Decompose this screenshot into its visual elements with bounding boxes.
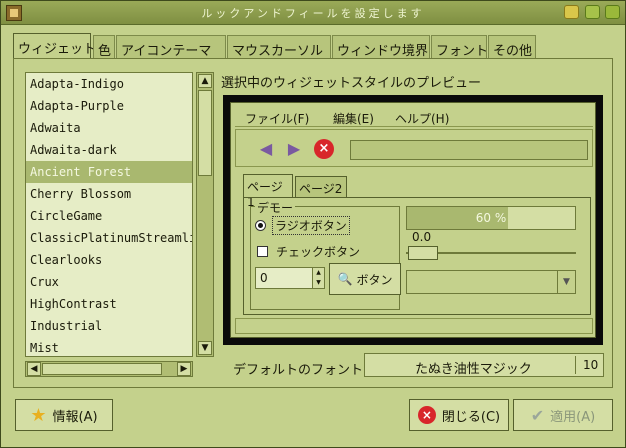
theme-list-item[interactable]: Adwaita — [26, 117, 192, 139]
font-picker-button[interactable]: たぬき油性マジック 10 — [364, 353, 604, 377]
preview-statusbar — [235, 318, 593, 334]
scroll-left-icon[interactable]: ◀ — [27, 362, 41, 376]
menu-file[interactable]: ファイル(F) — [245, 110, 309, 127]
menu-edit[interactable]: 編集(E) — [333, 110, 374, 127]
theme-list[interactable]: Adapta-Indigo Adapta-Purple Adwaita Adwaita… — [25, 72, 193, 357]
theme-list-item[interactable]: Adapta-Indigo — [26, 73, 192, 95]
apply-button[interactable]: ✔ 適用(A) — [513, 399, 613, 431]
star-icon: ★ — [30, 404, 47, 426]
theme-list-item[interactable]: Clearlooks — [26, 249, 192, 271]
checkbox-indicator-icon — [257, 245, 268, 257]
demo-group: デモー ラジオボタン チェックボタン 0 ▲ ▼ 🔍 ボタン — [250, 199, 401, 310]
font-name: たぬき油性マジック — [415, 362, 532, 377]
about-button[interactable]: ★ 情報(A) — [15, 399, 113, 431]
scale-slider[interactable] — [406, 246, 576, 260]
scroll-thumb[interactable] — [198, 90, 212, 176]
theme-list-item[interactable]: Mist — [26, 337, 192, 356]
preview-text-entry[interactable] — [350, 140, 588, 160]
checkmark-icon: ✔ — [530, 405, 545, 425]
default-font-label: デフォルトのフォント: — [233, 363, 368, 378]
theme-list-item[interactable]: Cherry Blossom — [26, 183, 192, 205]
back-arrow-icon[interactable]: ◀ — [256, 139, 276, 159]
preview-window: ファイル(F) 編集(E) ヘルプ(H) ◀ ▶ × ページ1 ページ2 デモー — [230, 102, 596, 338]
theme-list-item[interactable]: ClassicPlatinumStreamlined — [26, 227, 192, 249]
radio-indicator-icon — [255, 219, 266, 231]
theme-list-hscroll[interactable]: ◀ ▶ — [25, 361, 193, 377]
font-separator — [575, 356, 576, 374]
radio-button[interactable]: ラジオボタン — [255, 215, 350, 235]
scroll-up-icon[interactable]: ▲ — [198, 74, 212, 88]
progress-text: 60 % — [475, 211, 507, 225]
close-x-icon: × — [417, 406, 436, 424]
stop-icon[interactable]: × — [314, 139, 334, 159]
scroll-down-icon[interactable]: ▼ — [198, 341, 212, 355]
preview-label: 選択中のウィジェットスタイルのプレビュー — [221, 76, 482, 91]
theme-list-item[interactable]: Crux — [26, 271, 192, 293]
dropdown-arrow-icon[interactable]: ▼ — [557, 271, 575, 293]
tab-color[interactable]: 色 — [93, 35, 115, 59]
window-title: ルックアンドフィールを設定します — [201, 7, 425, 20]
magnifier-icon: 🔍 — [337, 272, 353, 286]
close-button-label: 閉じる(C) — [441, 409, 501, 425]
theme-list-item[interactable]: Adapta-Purple — [26, 95, 192, 117]
theme-list-item[interactable]: Adwaita-dark — [26, 139, 192, 161]
theme-list-item[interactable]: Ancient Forest — [26, 161, 192, 183]
apply-button-label: 適用(A) — [550, 409, 596, 425]
combo-box[interactable]: ▼ — [406, 270, 576, 294]
preview-toolbar: ◀ ▶ × — [235, 129, 593, 167]
check-label: チェックボタン — [276, 244, 361, 259]
spin-arrows-icon[interactable]: ▲ ▼ — [312, 268, 324, 288]
settings-window: ルックアンドフィールを設定します ウィジェット 色 アイコンテーマ マウスカーソ… — [0, 0, 626, 448]
theme-list-item[interactable]: HighContrast — [26, 293, 192, 315]
scale-value: 0.0 — [412, 230, 432, 244]
close-button[interactable]: × 閉じる(C) — [409, 399, 509, 431]
progress-bar: 60 % — [406, 206, 576, 230]
menu-help[interactable]: ヘルプ(H) — [395, 110, 449, 127]
font-size: 10 — [583, 358, 599, 372]
theme-list-item[interactable]: Industrial — [26, 315, 192, 337]
close-window-icon[interactable] — [605, 5, 620, 19]
radio-label: ラジオボタン — [272, 215, 350, 235]
search-button-label: ボタン — [356, 272, 393, 287]
tab-font[interactable]: フォント — [431, 35, 488, 59]
theme-list-item[interactable]: CircleGame — [26, 205, 192, 227]
maximize-icon[interactable] — [585, 5, 600, 19]
preview-tab-page2[interactable]: ページ2 — [295, 176, 347, 198]
check-button[interactable]: チェックボタン — [257, 241, 360, 261]
preview-frame: ファイル(F) 編集(E) ヘルプ(H) ◀ ▶ × ページ1 ページ2 デモー — [223, 95, 603, 345]
spin-button[interactable]: 0 ▲ ▼ — [255, 267, 325, 289]
tab-window-border[interactable]: ウィンドウ境界 — [332, 35, 430, 59]
forward-arrow-icon[interactable]: ▶ — [284, 139, 304, 159]
preview-page: デモー ラジオボタン チェックボタン 0 ▲ ▼ 🔍 ボタン 60 % 0.0 … — [243, 197, 591, 315]
minimize-icon[interactable] — [564, 5, 579, 19]
scroll-right-icon[interactable]: ▶ — [177, 362, 191, 376]
tab-mouse-cursor[interactable]: マウスカーソル — [227, 35, 331, 59]
title-bar: ルックアンドフィールを設定します — [1, 1, 625, 25]
search-button[interactable]: 🔍 ボタン — [329, 263, 401, 295]
tab-widget[interactable]: ウィジェット — [13, 33, 96, 59]
tab-other[interactable]: その他 — [488, 35, 536, 59]
theme-list-vscroll[interactable]: ▲ ▼ — [196, 72, 214, 357]
spin-value: 0 — [260, 271, 268, 285]
demo-legend: デモー — [255, 199, 296, 216]
preview-tab-page1[interactable]: ページ1 — [243, 174, 293, 209]
tab-icon-theme[interactable]: アイコンテーマ — [116, 35, 226, 59]
scale-knob[interactable] — [408, 246, 438, 260]
about-button-label: 情報(A) — [52, 409, 98, 425]
preview-menubar: ファイル(F) 編集(E) ヘルプ(H) — [235, 107, 593, 127]
hscroll-thumb[interactable] — [42, 363, 162, 375]
